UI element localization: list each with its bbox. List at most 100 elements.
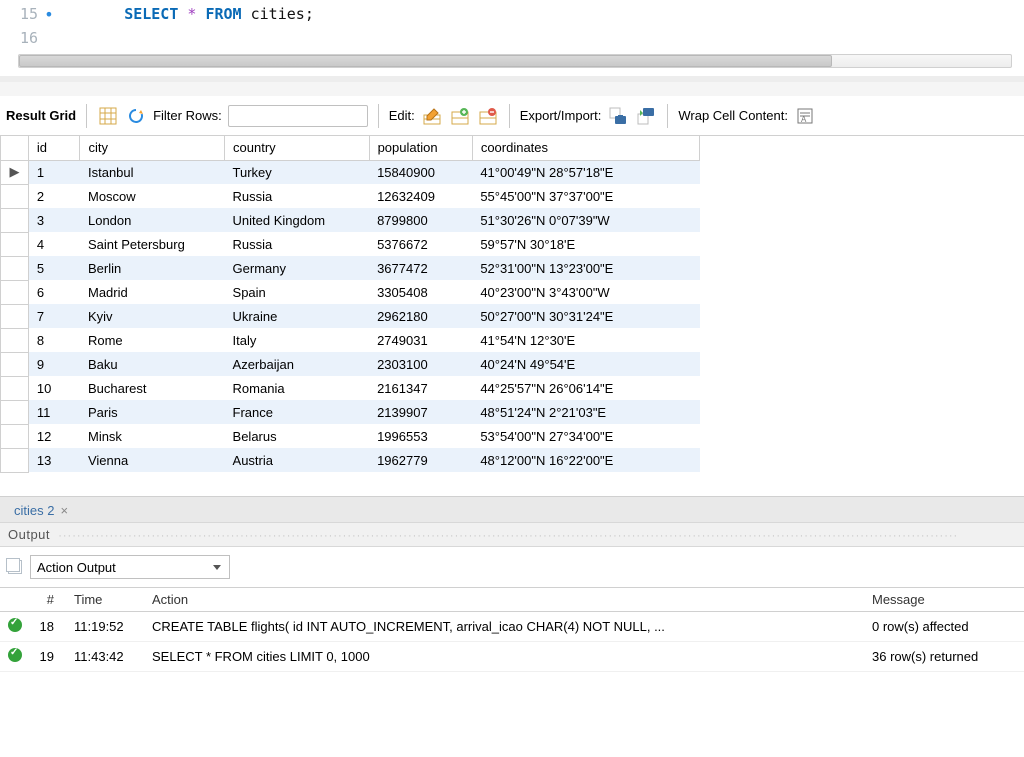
cell-id[interactable]: 11 [28,400,80,424]
horizontal-scrollbar[interactable] [18,54,1012,68]
grid-view-icon[interactable] [97,105,119,127]
column-header[interactable]: id [28,136,80,160]
result-grid[interactable]: id city country population coordinates ▶… [0,136,1024,496]
cell-population[interactable]: 1962779 [369,448,472,472]
cell-coordinates[interactable]: 48°12'00"N 16°22'00"E [472,448,699,472]
log-col-num[interactable]: # [30,588,66,612]
cell-coordinates[interactable]: 41°54'N 12°30'E [472,328,699,352]
cell-id[interactable]: 4 [28,232,80,256]
row-selector[interactable] [1,184,29,208]
column-header[interactable]: population [369,136,472,160]
table-row[interactable]: 9BakuAzerbaijan230310040°24'N 49°54'E [1,352,700,376]
cell-id[interactable]: 1 [28,160,80,184]
cell-id[interactable]: 10 [28,376,80,400]
row-selector[interactable] [1,328,29,352]
result-table[interactable]: id city country population coordinates ▶… [0,136,700,473]
editor-line[interactable]: 15 • SELECT * FROM cities; [0,2,1024,26]
row-selector[interactable] [1,256,29,280]
cell-coordinates[interactable]: 41°00'49"N 28°57'18"E [472,160,699,184]
log-row[interactable]: 1811:19:52CREATE TABLE flights( id INT A… [0,612,1024,642]
refresh-icon[interactable] [125,105,147,127]
output-windows-icon[interactable] [8,560,22,574]
cell-country[interactable]: Azerbaijan [225,352,370,376]
cell-city[interactable]: Paris [80,400,225,424]
cell-id[interactable]: 12 [28,424,80,448]
log-row[interactable]: 1911:43:42SELECT * FROM cities LIMIT 0, … [0,642,1024,672]
import-icon[interactable] [635,105,657,127]
cell-population[interactable]: 15840900 [369,160,472,184]
log-col-action[interactable]: Action [144,588,864,612]
cell-country[interactable]: Romania [225,376,370,400]
action-output-table[interactable]: # Time Action Message 1811:19:52CREATE T… [0,587,1024,672]
sql-editor[interactable]: 15 • SELECT * FROM cities; 16 [0,0,1024,82]
cell-id[interactable]: 2 [28,184,80,208]
cell-population[interactable]: 2962180 [369,304,472,328]
cell-population[interactable]: 3677472 [369,256,472,280]
row-selector[interactable] [1,352,29,376]
cell-population[interactable]: 2139907 [369,400,472,424]
scrollbar-thumb[interactable] [19,55,832,67]
table-row[interactable]: 5BerlinGermany367747252°31'00"N 13°23'00… [1,256,700,280]
cell-coordinates[interactable]: 52°31'00"N 13°23'00"E [472,256,699,280]
cell-population[interactable]: 2749031 [369,328,472,352]
cell-coordinates[interactable]: 40°24'N 49°54'E [472,352,699,376]
cell-population[interactable]: 2161347 [369,376,472,400]
close-icon[interactable]: × [60,503,68,518]
cell-country[interactable]: France [225,400,370,424]
log-col-message[interactable]: Message [864,588,1024,612]
table-row[interactable]: ▶1IstanbulTurkey1584090041°00'49"N 28°57… [1,160,700,184]
table-row[interactable]: 7KyivUkraine296218050°27'00"N 30°31'24"E [1,304,700,328]
cell-country[interactable]: Germany [225,256,370,280]
delete-row-icon[interactable] [477,105,499,127]
cell-country[interactable]: Italy [225,328,370,352]
cell-city[interactable]: Kyiv [80,304,225,328]
cell-country[interactable]: Russia [225,184,370,208]
edit-row-icon[interactable] [421,105,443,127]
table-row[interactable]: 10BucharestRomania216134744°25'57"N 26°0… [1,376,700,400]
table-row[interactable]: 3LondonUnited Kingdom879980051°30'26"N 0… [1,208,700,232]
cell-population[interactable]: 1996553 [369,424,472,448]
row-selector[interactable] [1,424,29,448]
cell-id[interactable]: 13 [28,448,80,472]
cell-population[interactable]: 12632409 [369,184,472,208]
cell-city[interactable]: Istanbul [80,160,225,184]
column-header[interactable]: country [225,136,370,160]
row-selector[interactable] [1,208,29,232]
log-col-time[interactable]: Time [66,588,144,612]
row-selector[interactable]: ▶ [1,160,29,184]
row-selector[interactable] [1,304,29,328]
result-tab[interactable]: cities 2 × [4,501,78,522]
code-text[interactable]: SELECT * FROM cities; [56,0,314,41]
cell-id[interactable]: 9 [28,352,80,376]
cell-country[interactable]: Belarus [225,424,370,448]
cell-coordinates[interactable]: 55°45'00"N 37°37'00"E [472,184,699,208]
cell-city[interactable]: Madrid [80,280,225,304]
table-row[interactable]: 2MoscowRussia1263240955°45'00"N 37°37'00… [1,184,700,208]
cell-coordinates[interactable]: 50°27'00"N 30°31'24"E [472,304,699,328]
cell-city[interactable]: Moscow [80,184,225,208]
breakpoint-dot-icon[interactable]: • [42,5,56,24]
cell-city[interactable]: Berlin [80,256,225,280]
column-header[interactable]: city [80,136,225,160]
splitter[interactable] [0,82,1024,96]
export-icon[interactable] [607,105,629,127]
cell-country[interactable]: Turkey [225,160,370,184]
cell-country[interactable]: Spain [225,280,370,304]
column-header[interactable]: coordinates [472,136,699,160]
cell-city[interactable]: Baku [80,352,225,376]
filter-rows-input[interactable] [228,105,368,127]
cell-city[interactable]: Bucharest [80,376,225,400]
output-mode-select[interactable]: Action Output [30,555,230,579]
cell-coordinates[interactable]: 40°23'00"N 3°43'00"W [472,280,699,304]
cell-population[interactable]: 8799800 [369,208,472,232]
cell-coordinates[interactable]: 44°25'57"N 26°06'14"E [472,376,699,400]
cell-coordinates[interactable]: 59°57'N 30°18'E [472,232,699,256]
cell-country[interactable]: Ukraine [225,304,370,328]
table-row[interactable]: 13ViennaAustria196277948°12'00"N 16°22'0… [1,448,700,472]
table-row[interactable]: 12MinskBelarus199655353°54'00"N 27°34'00… [1,424,700,448]
cell-id[interactable]: 5 [28,256,80,280]
cell-country[interactable]: Austria [225,448,370,472]
add-row-icon[interactable] [449,105,471,127]
row-selector[interactable] [1,280,29,304]
cell-country[interactable]: United Kingdom [225,208,370,232]
